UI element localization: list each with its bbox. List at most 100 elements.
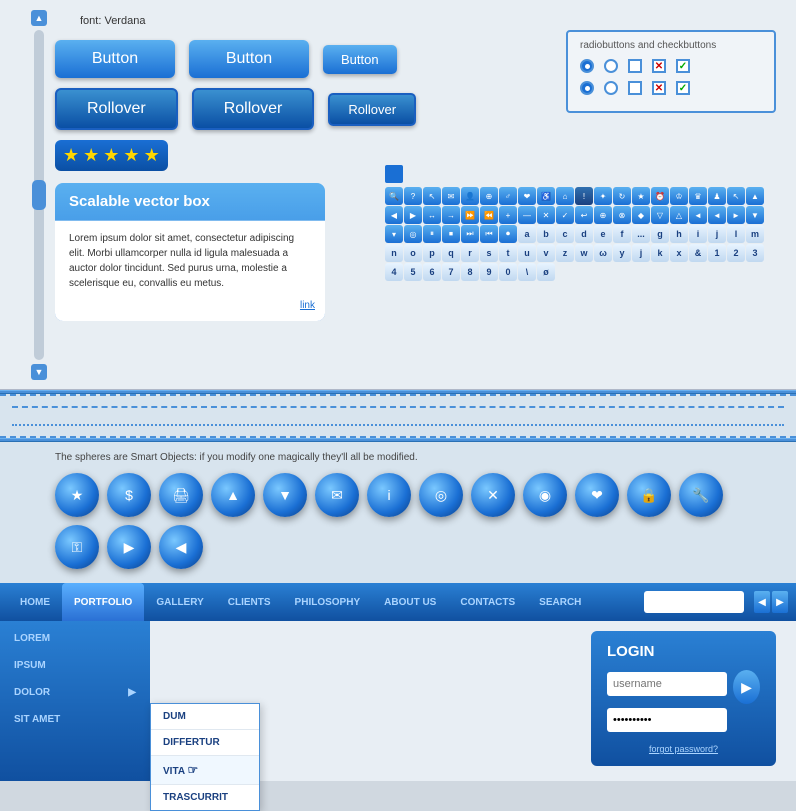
icon-letter-d[interactable]: d: [575, 225, 593, 243]
icon-triangle[interactable]: ▽: [651, 206, 669, 224]
icon-letter-h[interactable]: h: [670, 225, 688, 243]
nav-arrow-right[interactable]: ▶: [772, 591, 788, 613]
icon-num-5[interactable]: 5: [404, 263, 422, 281]
sphere-wrench[interactable]: 🔧: [679, 473, 723, 517]
icon-triangle2[interactable]: △: [670, 206, 688, 224]
star-3[interactable]: ★: [103, 145, 119, 166]
icon-check[interactable]: ✓: [556, 206, 574, 224]
icon-exclaim[interactable]: !: [575, 187, 593, 205]
icon-mail[interactable]: ✉: [442, 187, 460, 205]
sphere-dollar[interactable]: $: [107, 473, 151, 517]
icon-cross[interactable]: ✕: [537, 206, 555, 224]
icon-circle-plus[interactable]: ⊕: [594, 206, 612, 224]
icon-skip-fwd[interactable]: ⏭: [461, 225, 479, 243]
icon-arrow-right[interactable]: ▶: [404, 206, 422, 224]
radio-filled-2[interactable]: [580, 81, 594, 95]
icon-star[interactable]: ★: [632, 187, 650, 205]
checkbox-x-2[interactable]: ✕: [652, 81, 666, 95]
button-1[interactable]: Button: [55, 40, 175, 78]
icon-num-1[interactable]: 1: [708, 244, 726, 262]
icon-star-burst[interactable]: ✦: [594, 187, 612, 205]
icon-user[interactable]: 👤: [461, 187, 479, 205]
dropdown-item-sit-amet[interactable]: SIT AMET: [0, 706, 150, 733]
icon-skip-back[interactable]: ⏮: [480, 225, 498, 243]
radio-empty-2[interactable]: [604, 81, 618, 95]
dropdown-item-dolor[interactable]: DOLOR ▶: [0, 679, 150, 706]
icon-letter-l[interactable]: l: [727, 225, 745, 243]
checkbox-empty-1[interactable]: [628, 59, 642, 73]
icon-letter-ext1[interactable]: ...: [632, 225, 650, 243]
nav-home[interactable]: HOME: [8, 583, 62, 621]
icon-letter-s[interactable]: s: [480, 244, 498, 262]
icon-letter-q[interactable]: q: [442, 244, 460, 262]
icon-letter-a[interactable]: a: [518, 225, 536, 243]
sphere-lock[interactable]: 🔒: [627, 473, 671, 517]
icon-diamond[interactable]: ◆: [632, 206, 650, 224]
icon-undo[interactable]: ↩: [575, 206, 593, 224]
star-1[interactable]: ★: [63, 145, 79, 166]
nav-gallery[interactable]: GALLERY: [144, 583, 215, 621]
icon-ampersand[interactable]: &: [689, 244, 707, 262]
icon-down2[interactable]: ▾: [385, 225, 403, 243]
icon-letter-w2[interactable]: ω: [594, 244, 612, 262]
icon-record[interactable]: ⏺: [499, 225, 517, 243]
scroll-thumb[interactable]: [32, 180, 46, 210]
password-input[interactable]: [607, 708, 727, 732]
icon-num-0[interactable]: 0: [499, 263, 517, 281]
star-4[interactable]: ★: [123, 145, 139, 166]
sphere-print[interactable]: 🖨: [159, 473, 203, 517]
icon-plus[interactable]: +: [499, 206, 517, 224]
checkbox-check-1[interactable]: ✓: [676, 59, 690, 73]
login-button[interactable]: ▶: [733, 670, 760, 704]
radio-empty-1[interactable]: [604, 59, 618, 73]
icon-chess-king[interactable]: ♔: [670, 187, 688, 205]
icon-arrow-left[interactable]: ◀: [385, 206, 403, 224]
nav-portfolio[interactable]: PORTFOLIO: [62, 583, 144, 621]
icon-arrow-up[interactable]: ▲: [746, 187, 764, 205]
icon-letter-f[interactable]: f: [613, 225, 631, 243]
sphere-mail[interactable]: ✉: [315, 473, 359, 517]
icon-refresh[interactable]: ↻: [613, 187, 631, 205]
icon-num-6[interactable]: 6: [423, 263, 441, 281]
scroll-down-arrow[interactable]: ▼: [31, 364, 47, 380]
icon-fast-rwd[interactable]: ⏪: [480, 206, 498, 224]
sphere-star[interactable]: ★: [55, 473, 99, 517]
icon-back1[interactable]: ◄: [689, 206, 707, 224]
icon-chess-extra[interactable]: ♟: [708, 187, 726, 205]
icon-misc[interactable]: ø: [537, 263, 555, 281]
submenu-item-vita[interactable]: VITA ☞: [151, 756, 259, 785]
icon-letter-j[interactable]: j: [708, 225, 726, 243]
checkbox-x-1[interactable]: ✕: [652, 59, 666, 73]
icon-fwd1[interactable]: ►: [727, 206, 745, 224]
icon-letter-x[interactable]: x: [670, 244, 688, 262]
sphere-down[interactable]: ▼: [263, 473, 307, 517]
icon-arrow-r2[interactable]: →: [442, 206, 460, 224]
star-2[interactable]: ★: [83, 145, 99, 166]
nav-philosophy[interactable]: PHILOSOPHY: [283, 583, 373, 621]
icon-back2[interactable]: ◄: [708, 206, 726, 224]
icon-letter-g[interactable]: g: [651, 225, 669, 243]
radio-filled-1[interactable]: [580, 59, 594, 73]
icon-fast-fwd[interactable]: ⏩: [461, 206, 479, 224]
icon-letter-i[interactable]: i: [689, 225, 707, 243]
icon-num-2[interactable]: 2: [727, 244, 745, 262]
scrollbar[interactable]: ▲ ▼: [30, 10, 48, 380]
forgot-password-link[interactable]: forgot password?: [607, 744, 760, 754]
icon-question[interactable]: ?: [404, 187, 422, 205]
button-3[interactable]: Button: [323, 45, 397, 74]
nav-about-us[interactable]: ABOUT US: [372, 583, 448, 621]
icon-circle-x[interactable]: ⊗: [613, 206, 631, 224]
icon-letter-b[interactable]: b: [537, 225, 555, 243]
nav-arrow-left[interactable]: ◀: [754, 591, 770, 613]
icon-pause[interactable]: ⏸: [423, 225, 441, 243]
icon-num-7[interactable]: 7: [442, 263, 460, 281]
checkbox-empty-2[interactable]: [628, 81, 642, 95]
submenu-item-differtur[interactable]: DIFFERTUR: [151, 730, 259, 756]
sphere-lock2[interactable]: ⚿: [55, 525, 99, 569]
submenu-item-dum[interactable]: DUM: [151, 704, 259, 730]
icon-letter-c[interactable]: c: [556, 225, 574, 243]
icon-heart[interactable]: ❤: [518, 187, 536, 205]
icon-down1[interactable]: ▼: [746, 206, 764, 224]
sphere-x[interactable]: ✕: [471, 473, 515, 517]
icon-letter-p[interactable]: p: [423, 244, 441, 262]
